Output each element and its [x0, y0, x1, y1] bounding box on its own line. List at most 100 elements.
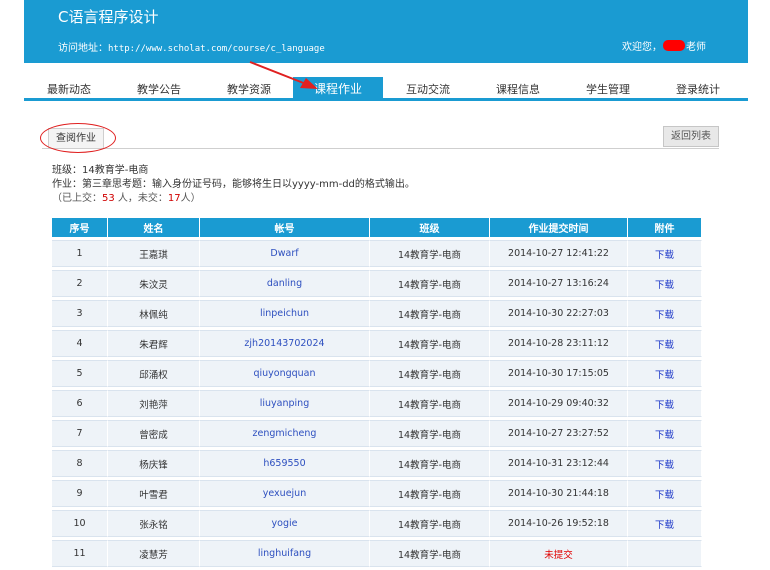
- nav-item-students[interactable]: 学生管理: [563, 79, 653, 101]
- cell-class: 14教育学-电商: [370, 330, 490, 357]
- stats-suffix: 人）: [180, 193, 201, 204]
- cell-time-missing: 未提交: [490, 540, 628, 567]
- download-link[interactable]: 下载: [628, 330, 702, 357]
- cell-account-link[interactable]: liuyanping: [200, 390, 370, 417]
- submission-stats: （已上交：53 人，未交：17人）: [52, 192, 415, 206]
- header-no: 序号: [52, 218, 108, 237]
- homework-table: 序号 姓名 帐号 班级 作业提交时间 附件 1 王嘉琪 Dwarf 14教育学-…: [52, 215, 702, 570]
- cell-no: 1: [52, 240, 108, 267]
- assignment-line: 作业：第三章思考题：输入身份证号码，能够将生日以yyyy-mm-dd的格式输出。: [52, 178, 415, 192]
- download-link[interactable]: 下载: [628, 390, 702, 417]
- cell-no: 5: [52, 360, 108, 387]
- cell-name: 林佩纯: [108, 300, 200, 327]
- nav-item-course-info[interactable]: 课程信息: [473, 79, 563, 101]
- welcome-text: 欢迎您， 老师: [622, 38, 706, 53]
- cell-time: 2014-10-29 09:40:32: [490, 390, 628, 417]
- cell-account-link[interactable]: h659550: [200, 450, 370, 477]
- cell-no: 3: [52, 300, 108, 327]
- table-row: 9 叶雪君 yexuejun 14教育学-电商 2014-10-30 21:44…: [52, 480, 702, 507]
- download-link[interactable]: 下载: [628, 240, 702, 267]
- cell-account-link[interactable]: Dwarf: [200, 240, 370, 267]
- cell-time: 2014-10-28 23:11:12: [490, 330, 628, 357]
- download-link[interactable]: 下载: [628, 510, 702, 537]
- header-attachment: 附件: [628, 218, 702, 237]
- table-row: 11 凌慧芳 linghuifang 14教育学-电商 未提交: [52, 540, 702, 567]
- cell-class: 14教育学-电商: [370, 300, 490, 327]
- cell-name: 叶雪君: [108, 480, 200, 507]
- tab-view-homework[interactable]: 查阅作业: [48, 128, 104, 148]
- cell-time: 2014-10-27 23:27:52: [490, 420, 628, 447]
- header-submit-time: 作业提交时间: [490, 218, 628, 237]
- cell-name: 朱君辉: [108, 330, 200, 357]
- cell-account-link[interactable]: zengmicheng: [200, 420, 370, 447]
- cell-class: 14教育学-电商: [370, 450, 490, 477]
- table-row: 3 林佩纯 linpeichun 14教育学-电商 2014-10-30 22:…: [52, 300, 702, 327]
- cell-attachment-empty: [628, 540, 702, 567]
- cell-name: 杨庆锋: [108, 450, 200, 477]
- cell-class: 14教育学-电商: [370, 420, 490, 447]
- table-row: 4 朱君辉 zjh20143702024 14教育学-电商 2014-10-28…: [52, 330, 702, 357]
- assignment-label: 作业：: [52, 179, 82, 190]
- class-label: 班级：: [52, 165, 82, 176]
- welcome-suffix: 老师: [686, 42, 706, 53]
- header-class: 班级: [370, 218, 490, 237]
- download-link[interactable]: 下载: [628, 360, 702, 387]
- submitted-count: 53: [102, 193, 115, 204]
- back-to-list-button[interactable]: 返回列表: [663, 126, 719, 147]
- cell-name: 邱涌权: [108, 360, 200, 387]
- cell-class: 14教育学-电商: [370, 510, 490, 537]
- cell-class: 14教育学-电商: [370, 240, 490, 267]
- redacted-name: [663, 40, 685, 51]
- cell-class: 14教育学-电商: [370, 390, 490, 417]
- cell-name: 张永铭: [108, 510, 200, 537]
- cell-name: 曾密成: [108, 420, 200, 447]
- download-link[interactable]: 下载: [628, 420, 702, 447]
- cell-no: 8: [52, 450, 108, 477]
- cell-time: 2014-10-27 13:16:24: [490, 270, 628, 297]
- table-row: 5 邱涌权 qiuyongquan 14教育学-电商 2014-10-30 17…: [52, 360, 702, 387]
- main-nav: 最新动态 教学公告 教学资源 课程作业 互动交流 课程信息 学生管理 登录统计: [24, 63, 748, 101]
- cell-account-link[interactable]: zjh20143702024: [200, 330, 370, 357]
- submitted-prefix: （已上交：: [52, 193, 102, 204]
- cell-name: 凌慧芳: [108, 540, 200, 567]
- cell-time: 2014-10-27 12:41:22: [490, 240, 628, 267]
- cell-class: 14教育学-电商: [370, 480, 490, 507]
- cell-class: 14教育学-电商: [370, 270, 490, 297]
- download-link[interactable]: 下载: [628, 300, 702, 327]
- nav-item-latest[interactable]: 最新动态: [24, 79, 114, 101]
- nav-item-homework[interactable]: 课程作业: [293, 77, 383, 101]
- not-submitted-count: 17: [167, 193, 181, 204]
- nav-item-resources[interactable]: 教学资源: [204, 79, 294, 101]
- cell-no: 6: [52, 390, 108, 417]
- nav-item-login-stats[interactable]: 登录统计: [653, 79, 743, 101]
- cell-no: 10: [52, 510, 108, 537]
- table-row: 7 曾密成 zengmicheng 14教育学-电商 2014-10-27 23…: [52, 420, 702, 447]
- table-row: 2 朱汶灵 danling 14教育学-电商 2014-10-27 13:16:…: [52, 270, 702, 297]
- nav-item-interaction[interactable]: 互动交流: [383, 79, 473, 101]
- class-value: 14教育学-电商: [82, 165, 149, 176]
- not-submitted-prefix: 人，未交：: [114, 193, 168, 204]
- cell-name: 刘艳萍: [108, 390, 200, 417]
- cell-no: 4: [52, 330, 108, 357]
- cell-account-link[interactable]: linpeichun: [200, 300, 370, 327]
- download-link[interactable]: 下载: [628, 270, 702, 297]
- address-url[interactable]: http://www.scholat.com/course/c_language: [108, 44, 325, 54]
- cell-account-link[interactable]: qiuyongquan: [200, 360, 370, 387]
- download-link[interactable]: 下载: [628, 450, 702, 477]
- table-row: 8 杨庆锋 h659550 14教育学-电商 2014-10-31 23:12:…: [52, 450, 702, 477]
- cell-account-link[interactable]: danling: [200, 270, 370, 297]
- header-name: 姓名: [108, 218, 200, 237]
- assignment-value: 第三章思考题：输入身份证号码，能够将生日以yyyy-mm-dd的格式输出。: [82, 179, 415, 190]
- cell-account-link[interactable]: linghuifang: [200, 540, 370, 567]
- download-link[interactable]: 下载: [628, 480, 702, 507]
- welcome-prefix: 欢迎您，: [622, 42, 662, 53]
- cell-class: 14教育学-电商: [370, 360, 490, 387]
- cell-account-link[interactable]: yogie: [200, 510, 370, 537]
- cell-account-link[interactable]: yexuejun: [200, 480, 370, 507]
- nav-item-announcements[interactable]: 教学公告: [114, 79, 204, 101]
- cell-name: 朱汶灵: [108, 270, 200, 297]
- cell-name: 王嘉琪: [108, 240, 200, 267]
- cell-time: 2014-10-31 23:12:44: [490, 450, 628, 477]
- cell-time: 2014-10-30 17:15:05: [490, 360, 628, 387]
- course-title: C语言程序设计: [58, 8, 159, 26]
